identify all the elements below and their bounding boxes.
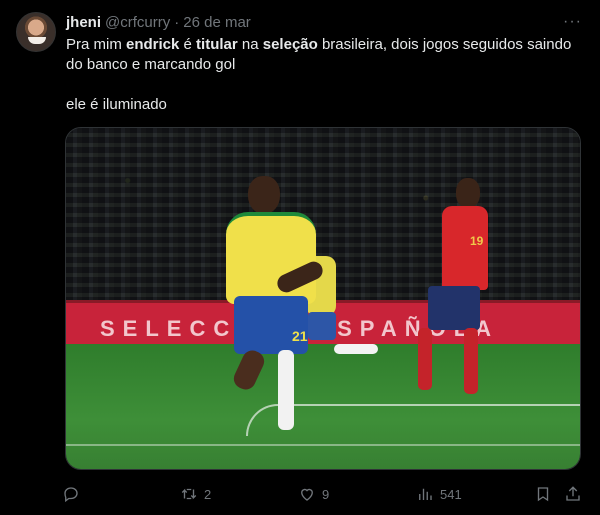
text-bold-endrick: endrick <box>126 36 180 53</box>
more-icon[interactable]: ··· <box>563 12 582 32</box>
brazil-player-jersey <box>226 212 316 304</box>
author-handle[interactable]: @crfcurry <box>105 14 170 31</box>
text-segment: na <box>237 36 263 53</box>
reply-icon <box>64 487 78 503</box>
text-bold-selecao: seleção <box>262 36 318 53</box>
spain-player-leg <box>464 328 478 394</box>
like-button[interactable]: 9 <box>298 482 329 506</box>
author-name[interactable]: jheni <box>66 14 101 31</box>
spain-player-number: 19 <box>470 234 484 248</box>
retweet-icon <box>181 488 197 500</box>
like-count: 9 <box>322 486 330 502</box>
separator: · <box>174 13 180 31</box>
tweet-text: Pra mim endrick é titular na seleção bra… <box>66 35 586 115</box>
views-icon <box>419 488 432 500</box>
tweet-text-line2: ele é iluminado <box>66 96 167 113</box>
background-player-shorts <box>308 312 336 340</box>
retweet-count: 2 <box>204 486 212 502</box>
bookmark-icon <box>537 487 549 502</box>
views-button[interactable]: 541 <box>416 482 462 506</box>
spain-player-shorts <box>428 286 480 330</box>
reply-button[interactable] <box>62 482 86 506</box>
views-count: 541 <box>440 486 462 502</box>
spain-player-jersey <box>442 206 488 290</box>
tweet-media-photo[interactable]: SELECCIÓN ESPAÑOLA 21 19 <box>65 127 581 470</box>
tweet-header: jheni @crfcurry · 26 de mar <box>66 12 251 32</box>
text-segment: Pra mim <box>66 36 126 53</box>
background-player-leg <box>334 344 378 354</box>
brazil-player-shorts <box>234 296 308 354</box>
brazil-player-head <box>248 176 280 214</box>
tweet-text-line1: Pra mim endrick é titular na seleção bra… <box>66 35 586 75</box>
tweet-actions: 2 9 541 <box>62 482 584 506</box>
brazil-player-sock <box>278 350 294 430</box>
pitch <box>66 344 580 469</box>
retweet-button[interactable]: 2 <box>180 482 211 506</box>
text-bold-titular: titular <box>196 36 238 53</box>
spain-player-leg <box>418 328 432 390</box>
share-icon <box>566 486 580 501</box>
brazil-player-number: 21 <box>292 328 308 344</box>
spain-player-head <box>456 178 480 208</box>
share-button[interactable] <box>564 482 582 506</box>
avatar[interactable] <box>16 12 56 52</box>
tweet-date[interactable]: 26 de mar <box>183 14 251 31</box>
text-segment: é <box>179 36 197 53</box>
tweet[interactable]: jheni @crfcurry · 26 de mar ··· Pra mim … <box>0 0 600 515</box>
bookmark-button[interactable] <box>534 482 552 506</box>
like-icon <box>301 488 313 501</box>
